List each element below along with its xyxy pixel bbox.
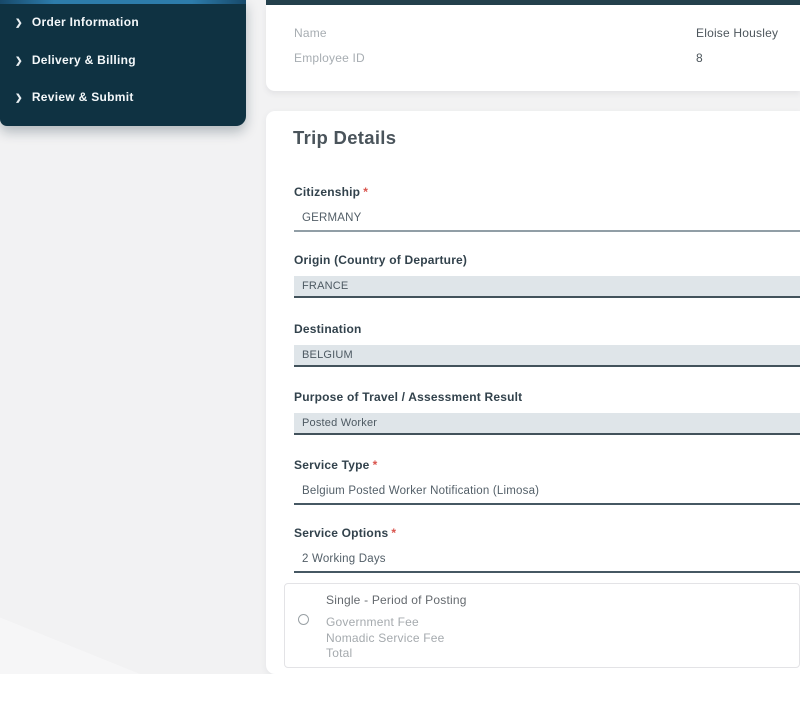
trip-details-card: Trip Details Citizenship* GERMANY Origin… [266, 111, 800, 674]
employee-id-row: Employee ID 8 [294, 51, 800, 66]
origin-field: Origin (Country of Departure) FRANCE [294, 253, 800, 298]
citizenship-label: Citizenship* [294, 185, 800, 200]
service-type-label: Service Type* [294, 458, 800, 473]
service-options-field: Service Options* 2 Working Days [294, 526, 800, 573]
destination-input-disabled: BELGIUM [294, 345, 800, 367]
origin-label: Origin (Country of Departure) [294, 253, 800, 268]
section-title: Trip Details [293, 127, 396, 149]
purpose-input-disabled: Posted Worker [294, 413, 800, 435]
name-value: Eloise Housley [696, 26, 778, 40]
sidebar-item-label: Order Information [32, 15, 139, 29]
employee-id-label: Employee ID [294, 51, 365, 65]
employee-name-row: Name Eloise Housley [294, 26, 800, 41]
required-asterisk: * [373, 458, 378, 472]
service-type-select[interactable]: Belgium Posted Worker Notification (Limo… [294, 485, 800, 505]
required-asterisk: * [363, 185, 368, 199]
origin-input-disabled: FRANCE [294, 276, 800, 298]
option-nomadic-service-fee: Nomadic Service Fee [326, 631, 467, 647]
option-total: Total [326, 646, 467, 662]
service-options-select[interactable]: 2 Working Days [294, 553, 800, 573]
sidebar-item-label: Delivery & Billing [32, 53, 136, 67]
name-label: Name [294, 26, 327, 40]
page: ❯ Order Information ❯ Delivery & Billing… [0, 0, 800, 710]
sidebar-item-label: Review & Submit [32, 90, 134, 104]
bottom-whitespace [0, 674, 800, 710]
radio-unselected-icon[interactable] [298, 614, 309, 625]
required-asterisk: * [391, 526, 396, 540]
citizenship-field: Citizenship* GERMANY [294, 185, 800, 232]
service-option-details: Single - Period of Posting Government Fe… [326, 593, 467, 662]
chevron-right-icon: ❯ [15, 55, 23, 66]
service-option-box[interactable]: Single - Period of Posting Government Fe… [284, 583, 800, 668]
purpose-label: Purpose of Travel / Assessment Result [294, 390, 800, 405]
sidebar-item-delivery-billing[interactable]: ❯ Delivery & Billing [15, 53, 136, 67]
chevron-right-icon: ❯ [15, 17, 23, 28]
service-options-label: Service Options* [294, 526, 800, 541]
sidebar-top-accent [0, 0, 246, 4]
sidebar-item-review-submit[interactable]: ❯ Review & Submit [15, 90, 134, 104]
destination-label: Destination [294, 322, 800, 337]
employee-summary-card: Name Eloise Housley Employee ID 8 [266, 5, 800, 91]
sidebar-item-order-information[interactable]: ❯ Order Information [15, 15, 139, 29]
option-government-fee: Government Fee [326, 615, 467, 631]
purpose-field: Purpose of Travel / Assessment Result Po… [294, 390, 800, 435]
citizenship-input[interactable]: GERMANY [294, 212, 800, 232]
destination-field: Destination BELGIUM [294, 322, 800, 367]
service-type-field: Service Type* Belgium Posted Worker Noti… [294, 458, 800, 505]
option-title: Single - Period of Posting [326, 593, 467, 607]
wizard-sidebar: ❯ Order Information ❯ Delivery & Billing… [0, 0, 246, 126]
employee-id-value: 8 [696, 51, 703, 65]
chevron-right-icon: ❯ [15, 92, 23, 103]
